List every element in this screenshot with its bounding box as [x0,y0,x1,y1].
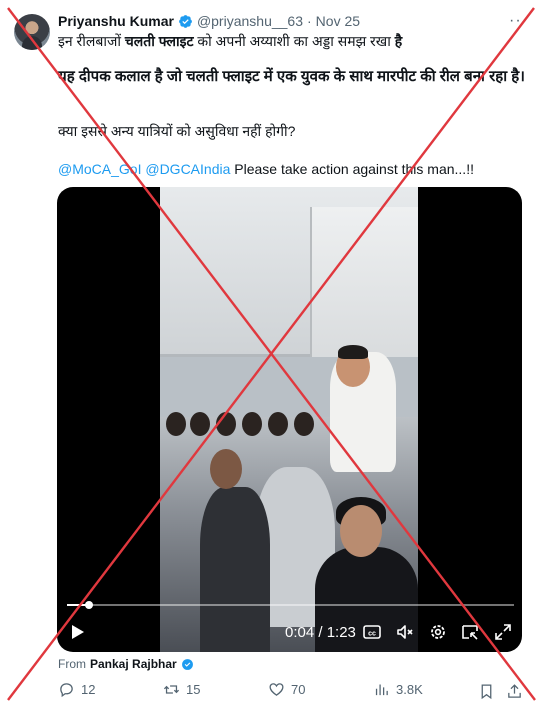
verified-icon [181,658,193,670]
video-player[interactable]: 0:04 / 1:23 cc [57,187,522,652]
tweet-header: Priyanshu Kumar @priyanshu__63 · Nov 25 [58,12,360,30]
mention-link[interactable]: @DGCAIndia [145,161,230,177]
views-count: 3.8K [396,682,423,697]
video-controls: 0:04 / 1:23 cc [57,617,522,647]
display-name[interactable]: Priyanshu Kumar [58,13,174,29]
text-segment: को अपनी अय्याशी का अड्डा समझ रखा [193,33,395,49]
standing-man-hair [338,345,368,359]
text-bold-segment: है [394,33,403,49]
passenger-heads [160,412,320,452]
user-handle[interactable]: @priyanshu__63 [197,13,303,29]
tweet-text-line-2: यह दीपक कलाल है जो चलती फ्लाइट में एक यु… [58,68,525,85]
tweet-text-line-1: इन रीलबाजों चलती फ्लाइट को अपनी अय्याशी … [58,32,402,50]
text-segment: Please take action against this man...!! [230,161,474,177]
reply-button[interactable]: 12 [58,681,95,698]
bookmark-icon[interactable] [478,683,495,700]
reply-count: 12 [81,682,96,697]
source-account-name[interactable]: Pankaj Rajbhar [90,657,177,671]
separator-dot: · [307,13,312,29]
more-icon[interactable]: ··· [509,12,528,30]
mention-link[interactable]: @MoCA_GoI [58,161,141,177]
tweet-text-line-4: @MoCA_GoI @DGCAIndia Please take action … [58,160,474,178]
from-label: From [58,657,86,671]
seated-young-man-head [210,449,242,489]
pip-icon[interactable] [460,622,480,642]
repost-button[interactable]: 15 [163,681,200,698]
avatar[interactable] [14,14,50,50]
text-bold-segment: चलती फ्लाइट [124,33,194,49]
mute-icon[interactable] [395,622,415,642]
tweet-text-line-3: क्या इससे अन्य यात्रियों को असुविधा नहीं… [58,123,296,139]
play-icon[interactable] [71,624,85,640]
fullscreen-icon[interactable] [493,622,513,642]
like-count: 70 [291,682,306,697]
like-button[interactable]: 70 [268,681,305,698]
repost-count: 15 [186,682,201,697]
tweet: Priyanshu Kumar @priyanshu__63 · Nov 25 … [0,0,542,707]
video-source-attribution: From Pankaj Rajbhar [58,657,194,671]
views-button[interactable]: 3.8K [373,681,423,698]
reply-icon [60,683,73,698]
video-frame[interactable] [160,187,418,652]
seated-woman-head [340,505,382,557]
verified-icon [179,14,192,28]
repost-icon [163,685,180,694]
settings-icon[interactable] [428,622,448,642]
video-progress-handle[interactable] [85,601,94,609]
like-icon [269,683,284,696]
svg-text:cc: cc [368,631,376,638]
tweet-date[interactable]: Nov 25 [316,13,360,29]
video-time: 0:04 / 1:23 [285,624,356,641]
share-icon[interactable] [506,683,523,700]
views-icon [375,684,388,696]
video-progress-bar[interactable] [67,601,514,609]
text-segment: इन रीलबाजों [58,33,125,49]
tweet-actions: 12 15 70 3.8K [0,681,542,703]
captions-icon[interactable]: cc [362,622,382,642]
